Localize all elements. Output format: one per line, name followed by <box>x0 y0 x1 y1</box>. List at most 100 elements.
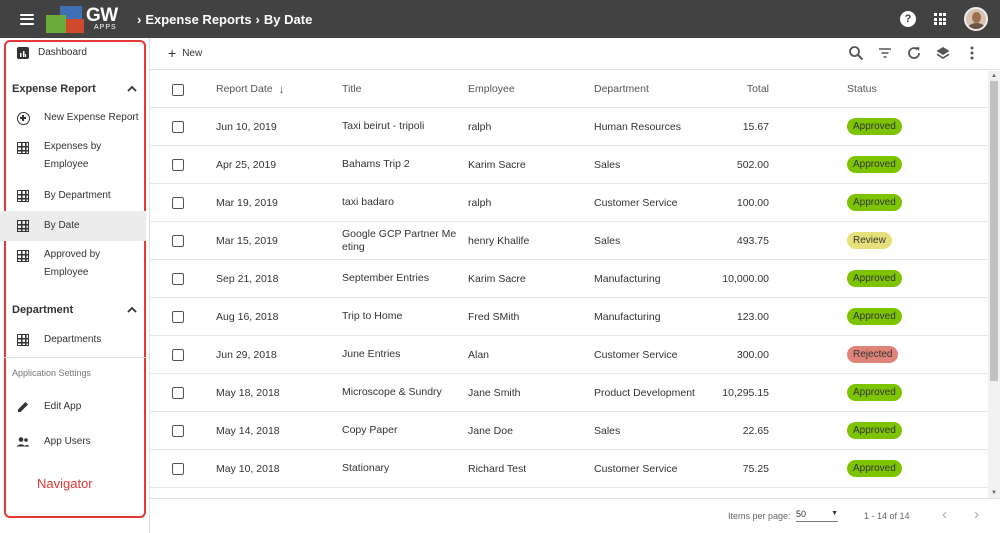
cell-report-date: May 18, 2018 <box>216 386 280 399</box>
row-checkbox[interactable] <box>172 349 184 361</box>
menu-icon[interactable] <box>20 13 34 25</box>
column-header-employee[interactable]: Employee <box>468 71 588 107</box>
cell-report-date: Jun 29, 2018 <box>216 348 277 361</box>
row-checkbox[interactable] <box>172 197 184 209</box>
cell-report-date: May 10, 2018 <box>216 462 280 475</box>
table-row[interactable]: May 10, 2018 Stationary Richard Test Custom… <box>150 450 988 488</box>
column-header-total[interactable]: Total <box>710 71 769 107</box>
scroll-up-icon[interactable]: ▲ <box>991 73 997 79</box>
add-circle-icon <box>16 111 30 125</box>
sidebar-item-edit-app[interactable]: Edit App <box>0 397 146 417</box>
status-badge: Review <box>847 232 892 249</box>
search-icon[interactable] <box>848 45 864 61</box>
filter-icon[interactable] <box>877 45 893 61</box>
cell-status: Approved <box>847 450 927 487</box>
main-content: + New Report Date ↓ Title Employee Depar… <box>150 38 1000 533</box>
cell-status: Approved <box>847 184 927 221</box>
apps-grid-icon[interactable] <box>934 13 946 25</box>
cell-employee: Jane Doe <box>468 424 513 437</box>
cell-report-date: Aug 16, 2018 <box>216 310 279 323</box>
sidebar-item-label: Edit App <box>44 401 82 412</box>
cell-employee: Fred SMith <box>468 310 520 323</box>
table-row[interactable]: Aug 16, 2018 Trip to Home Fred SMith Manufa… <box>150 298 988 336</box>
table-row[interactable]: May 14, 2018 Copy Paper Jane Doe Sales 22.65… <box>150 412 988 450</box>
plus-icon: + <box>168 45 177 61</box>
table-row[interactable]: Sep 21, 2018 September Entries Karim Sacre… <box>150 260 988 298</box>
new-button[interactable]: + New <box>168 46 202 60</box>
chevron-right-icon: › <box>255 11 260 27</box>
cell-employee: ralph <box>468 120 492 133</box>
more-vert-icon[interactable] <box>964 45 980 61</box>
next-page-icon[interactable]: › <box>974 506 979 523</box>
chevron-right-icon: › <box>137 11 142 27</box>
sidebar-item-app-users[interactable]: App Users <box>0 432 146 452</box>
items-per-page-select[interactable]: 50 ▼ <box>796 506 838 522</box>
gw-apps-logo[interactable]: GW APPS <box>46 3 121 35</box>
settings-heading: Application Settings <box>12 368 92 378</box>
previous-page-icon[interactable]: ‹ <box>942 506 947 523</box>
chevron-up-icon[interactable] <box>125 303 139 317</box>
cell-total: 300.00 <box>736 348 769 361</box>
sidebar-item-dashboard[interactable]: Dashboard <box>0 44 146 62</box>
row-checkbox[interactable] <box>172 235 184 247</box>
sidebar-item-new-expense-report[interactable]: New Expense Report <box>0 108 146 128</box>
vertical-scrollbar[interactable]: ▲ ▼ <box>988 71 1000 498</box>
cell-title: Taxi beirut - tripoli <box>342 120 425 132</box>
cell-title: Microscope & Sundry <box>342 386 442 398</box>
row-checkbox[interactable] <box>172 159 184 171</box>
section-expense-report[interactable]: Expense Report <box>12 83 96 95</box>
cell-status: Approved <box>847 260 927 297</box>
scrollbar-thumb[interactable] <box>990 81 998 381</box>
cell-title: Google GCP Partner Me eting <box>342 227 457 253</box>
sidebar-item-by-department[interactable]: By Department <box>0 186 146 206</box>
column-header-department[interactable]: Department <box>594 71 714 107</box>
cell-total: 10,295.15 <box>722 386 769 399</box>
breadcrumb-expense-reports[interactable]: Expense Reports <box>145 12 251 27</box>
cell-title: Copy Paper <box>342 424 398 436</box>
select-all-checkbox[interactable] <box>172 84 184 96</box>
row-checkbox[interactable] <box>172 311 184 323</box>
sidebar-item-label: App Users <box>44 436 91 447</box>
sidebar-item-by-date[interactable]: By Date <box>0 211 146 241</box>
table-row[interactable]: Jun 10, 2019 Taxi beirut - tripoli ralph Hu… <box>150 108 988 146</box>
divider <box>4 357 146 358</box>
status-badge: Rejected <box>847 346 899 363</box>
column-header-title[interactable]: Title <box>342 71 460 107</box>
cell-department: Customer Service <box>594 462 678 475</box>
row-checkbox[interactable] <box>172 273 184 285</box>
breadcrumb: › Expense Reports › By Date <box>133 12 312 27</box>
cell-total: 123.00 <box>736 310 769 323</box>
cell-total: 75.25 <box>742 462 769 475</box>
layers-icon[interactable] <box>935 45 951 61</box>
sidebar-item-expenses-by-employee[interactable]: Expenses by Employee <box>0 138 146 176</box>
cell-total: 100.00 <box>736 196 769 209</box>
row-checkbox[interactable] <box>172 387 184 399</box>
cell-department: Manufacturing <box>594 272 661 285</box>
table-row[interactable]: May 18, 2018 Microscope & Sundry Jane Smit… <box>150 374 988 412</box>
cell-title: June Entries <box>342 348 401 360</box>
sidebar-item-departments[interactable]: Departments <box>0 330 146 350</box>
dashboard-icon <box>16 46 30 60</box>
column-header-status[interactable]: Status <box>847 71 927 107</box>
help-icon[interactable]: ? <box>900 11 916 27</box>
table-row[interactable]: Mar 19, 2019 taxi badaro ralph Customer Ser… <box>150 184 988 222</box>
table-row[interactable]: Apr 25, 2019 Bahams Trip 2 Karim Sacre Sale… <box>150 146 988 184</box>
column-header-report-date[interactable]: Report Date ↓ <box>216 71 336 107</box>
row-checkbox[interactable] <box>172 121 184 133</box>
avatar[interactable] <box>964 7 988 31</box>
section-department[interactable]: Department <box>12 304 73 316</box>
cell-employee: Richard Test <box>468 462 527 475</box>
row-checkbox[interactable] <box>172 463 184 475</box>
cell-employee: ralph <box>468 196 492 209</box>
refresh-icon[interactable] <box>906 45 922 61</box>
status-badge: Approved <box>847 118 902 135</box>
scroll-down-icon[interactable]: ▼ <box>991 490 997 496</box>
sidebar: Dashboard Expense Report New Expense Rep… <box>0 38 150 533</box>
row-checkbox[interactable] <box>172 425 184 437</box>
chevron-up-icon[interactable] <box>125 82 139 96</box>
table-row[interactable]: Mar 15, 2019 Google GCP Partner Me eting h… <box>150 222 988 260</box>
table-row[interactable]: Jun 29, 2018 June Entries Alan Customer Ser… <box>150 336 988 374</box>
sidebar-item-approved-by-employee[interactable]: Approved by Employee <box>0 246 146 284</box>
status-badge: Approved <box>847 156 902 173</box>
cell-department: Product Development <box>594 386 695 399</box>
